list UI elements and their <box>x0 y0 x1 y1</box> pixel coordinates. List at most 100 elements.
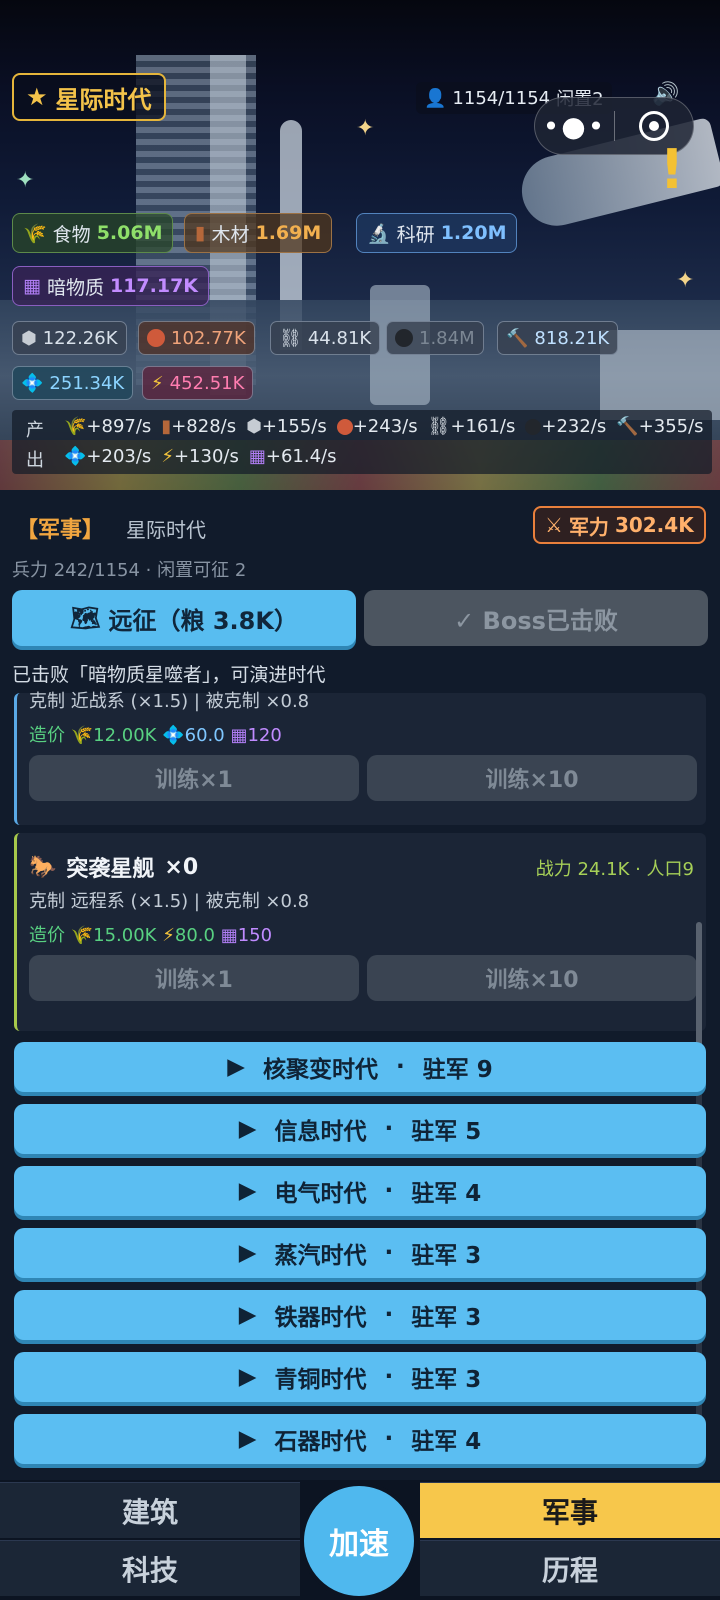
play-icon: ▶ <box>238 1426 257 1452</box>
production-rate: ▦+61.4/s <box>249 446 337 467</box>
material-value: 452.51K <box>169 372 245 394</box>
sparkle-icon: ✦ <box>676 268 695 293</box>
production-rate: 🌾+897/s <box>64 416 151 437</box>
era-name: 青铜时代 <box>274 1367 367 1393</box>
star-icon: ★ <box>26 83 48 111</box>
era-name: 石器时代 <box>274 1429 367 1455</box>
rate-value: +61.4/s <box>265 446 337 467</box>
coal-icon <box>395 329 413 347</box>
era-name: 铁器时代 <box>274 1305 367 1331</box>
resource-value: 5.06M <box>96 222 163 244</box>
unit-counter-text: 克制 近战系 (×1.5) | 被克制 ×0.8 <box>29 691 310 712</box>
production-label: 出 <box>26 450 44 471</box>
era-title-badge[interactable]: ★ 星际时代 <box>12 73 166 121</box>
era-button-bronze[interactable]: ▶ 青铜时代 · 驻军 3 <box>14 1352 706 1402</box>
power-label: 军力 <box>568 514 609 539</box>
era-garrison: 驻军 4 <box>411 1429 482 1455</box>
expedition-label: 远征（粮 3.8K） <box>108 606 298 635</box>
close-miniprogram-icon[interactable] <box>615 111 693 141</box>
material-stone: ⬢ 122.26K <box>12 321 127 355</box>
rate-value: +232/s <box>541 416 607 437</box>
troops-status: 兵力 242/1154 · 闲置可征 2 <box>12 560 247 581</box>
era-garrison: 驻军 4 <box>411 1181 482 1207</box>
material-iron: ⛓ 44.81K <box>270 321 381 355</box>
rate-value: +828/s <box>171 416 237 437</box>
separator-dot: · <box>395 1054 405 1080</box>
tools-icon: 🔨 <box>616 416 639 437</box>
panel-title: 【军事】 <box>16 518 105 543</box>
wheat-icon: 🌾 <box>70 925 94 946</box>
rate-value: +355/s <box>638 416 704 437</box>
nav-military[interactable]: 军事 <box>420 1482 720 1538</box>
production-rate: ▮+828/s <box>161 416 236 437</box>
more-options-icon[interactable]: •●• <box>535 110 614 143</box>
unit-title: 突袭星舰 <box>66 857 155 882</box>
production-panel: 产 出 🌾+897/s ▮+828/s ⬢+155/s +243/s ⛓+161… <box>12 410 712 474</box>
resource-value: 1.20M <box>440 222 507 244</box>
rate-value: +161/s <box>450 416 516 437</box>
era-name: 蒸汽时代 <box>274 1243 367 1269</box>
separator-dot: · <box>384 1364 394 1390</box>
era-button-information[interactable]: ▶ 信息时代 · 驻军 5 <box>14 1104 706 1154</box>
expedition-button[interactable]: 🗺 远征（粮 3.8K） <box>12 590 356 646</box>
production-label: 产 <box>26 420 44 441</box>
unit-cost: 造价 🌾12.00K 💠60.0 ▦120 <box>29 721 282 747</box>
era-garrison: 驻军 3 <box>411 1243 482 1269</box>
wheat-icon: 🌾 <box>64 416 87 437</box>
tools-icon: 🔨 <box>506 327 529 349</box>
copper-ore-icon <box>336 419 353 435</box>
material-value: 818.21K <box>534 327 610 349</box>
speed-up-button[interactable]: 加速 <box>300 1482 418 1600</box>
train-10-button[interactable]: 训练×10 <box>367 755 697 801</box>
era-button-stone[interactable]: ▶ 石器时代 · 驻军 4 <box>14 1414 706 1464</box>
chain-icon: ⛓ <box>427 416 451 437</box>
train-10-button[interactable]: 训练×10 <box>367 955 697 1001</box>
lightning-icon: ⚡ <box>162 925 175 946</box>
rate-value: +243/s <box>352 416 418 437</box>
crossed-swords-icon: ⚔ <box>545 513 563 537</box>
nav-buildings[interactable]: 建筑 <box>0 1482 300 1538</box>
cost-value: 60.0 <box>184 725 225 746</box>
lightning-icon: ⚡ <box>161 446 174 467</box>
sparkle-icon: ✦ <box>16 168 35 193</box>
material-coal: 1.84M <box>386 321 484 355</box>
unit-counter-text: 克制 远程系 (×1.5) | 被克制 ×0.8 <box>29 891 310 912</box>
unit-name: 🐎 突袭星舰 ×0 <box>29 851 198 883</box>
stone-icon: ⬢ <box>21 327 37 349</box>
power-value: 302.4K <box>614 513 694 537</box>
era-name: 核聚变时代 <box>262 1057 378 1083</box>
scrollbar-thumb[interactable] <box>696 922 702 1052</box>
wheat-icon: 🌾 <box>23 222 47 245</box>
cost-value: 150 <box>237 925 273 946</box>
map-icon: 🗺 <box>70 604 101 632</box>
era-button-iron[interactable]: ▶ 铁器时代 · 驻军 3 <box>14 1290 706 1340</box>
play-icon: ▶ <box>238 1240 257 1266</box>
rate-value: +203/s <box>86 446 152 467</box>
material-energy: ⚡ 452.51K <box>142 366 254 400</box>
era-button-fusion[interactable]: ▶ 核聚变时代 · 驻军 9 <box>14 1042 706 1092</box>
cost-value: 12.00K <box>93 725 157 746</box>
era-button-steam[interactable]: ▶ 蒸汽时代 · 驻军 3 <box>14 1228 706 1278</box>
production-rate: +243/s <box>336 416 418 437</box>
era-button-electric[interactable]: ▶ 电气时代 · 驻军 4 <box>14 1166 706 1216</box>
boss-defeated-button[interactable]: ✓ Boss已击败 <box>364 590 708 646</box>
material-value: 251.34K <box>49 372 125 394</box>
train-1-button[interactable]: 训练×1 <box>29 755 359 801</box>
resource-wood: ▮ 木材 1.69M <box>184 213 333 253</box>
panel-era: 星际时代 <box>126 518 206 542</box>
resource-value: 117.17K <box>109 275 199 297</box>
era-title: 星际时代 <box>55 85 152 114</box>
log-icon: ▮ <box>195 222 206 244</box>
crystal-icon: 💠 <box>21 372 44 394</box>
rate-value: +130/s <box>173 446 239 467</box>
era-garrison: 驻军 3 <box>411 1367 482 1393</box>
nav-history[interactable]: 历程 <box>420 1540 720 1596</box>
resource-research: 🔬 科研 1.20M <box>356 213 518 253</box>
unit-cost: 造价 🌾15.00K ⚡80.0 ▦150 <box>29 921 272 947</box>
alert-icon[interactable]: ! <box>658 140 686 200</box>
production-rate: +232/s <box>525 416 606 437</box>
play-icon: ▶ <box>227 1054 245 1080</box>
train-1-button[interactable]: 训练×1 <box>29 955 359 1001</box>
nav-tech[interactable]: 科技 <box>0 1540 300 1596</box>
play-icon: ▶ <box>238 1178 257 1204</box>
